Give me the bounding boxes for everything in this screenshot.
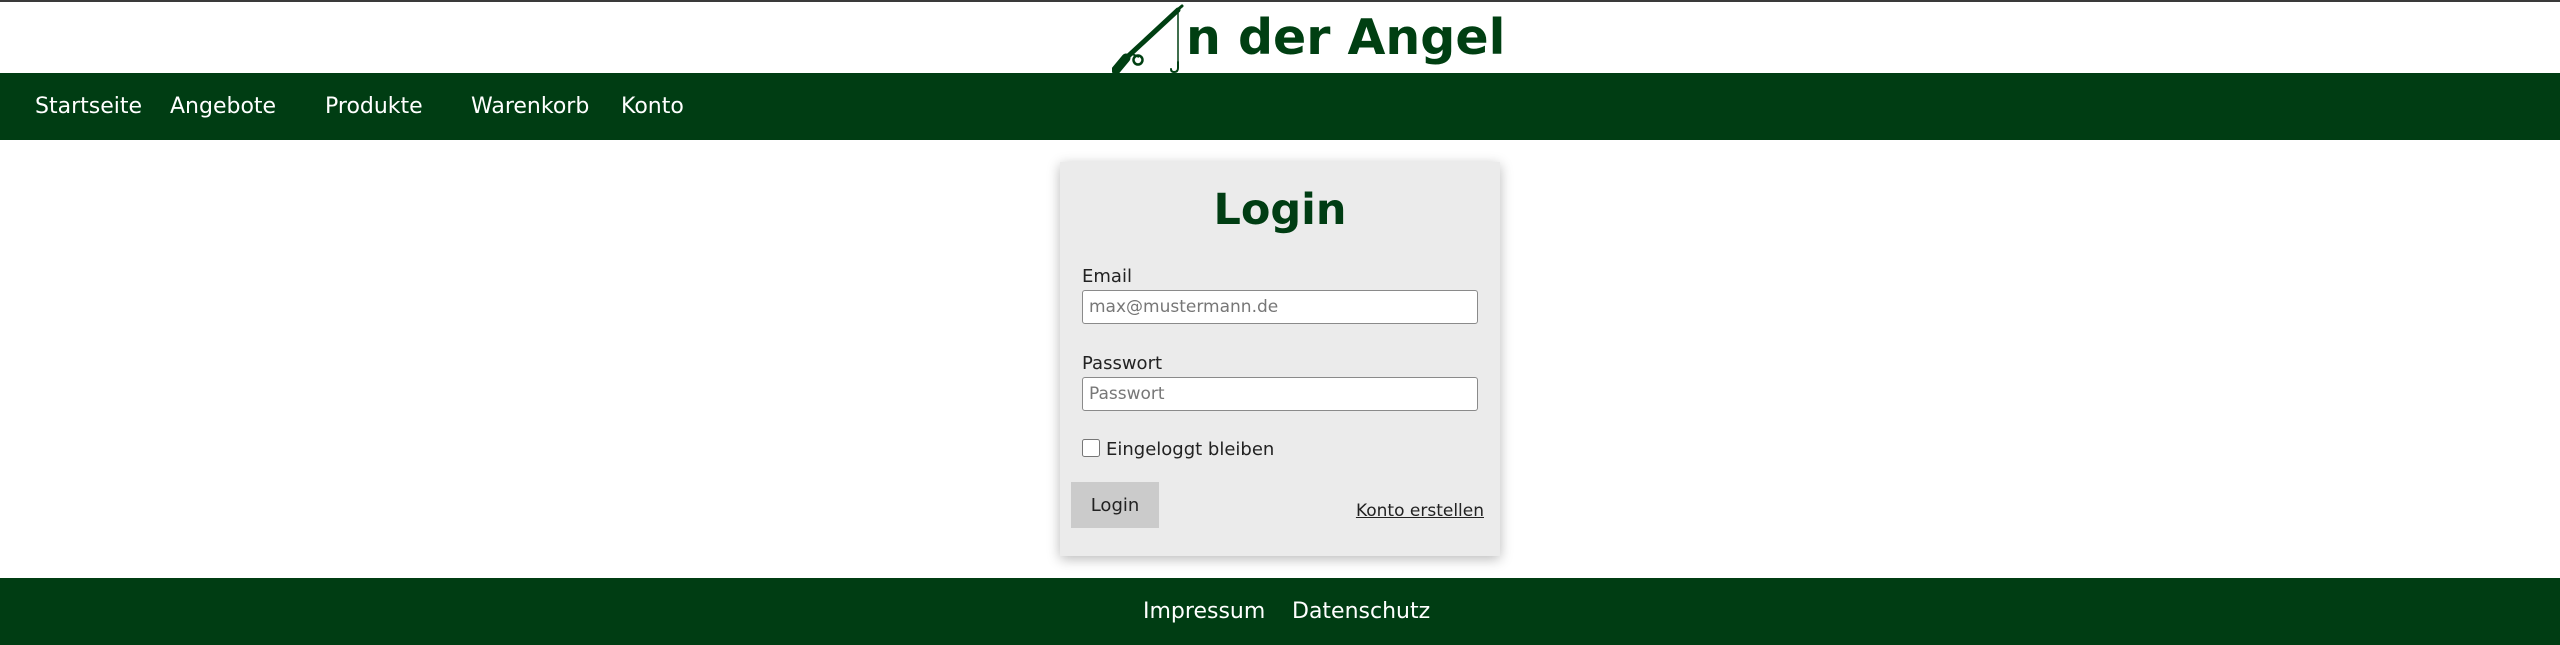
site-footer: Impressum Datenschutz — [0, 578, 2560, 645]
login-title: Login — [1213, 185, 1347, 235]
email-field[interactable] — [1082, 290, 1478, 324]
footer-link-impressum[interactable]: Impressum — [1143, 578, 1265, 645]
remember-me-label[interactable]: Eingeloggt bleiben — [1106, 439, 1274, 461]
site-logo[interactable]: n der Angel — [1112, 4, 1505, 74]
site-header: n der Angel — [0, 2, 2560, 74]
main-navigation: Startseite Angebote Produkte Warenkorb K… — [0, 73, 2560, 140]
login-button[interactable]: Login — [1071, 482, 1159, 528]
create-account-link[interactable]: Konto erstellen — [1356, 500, 1484, 522]
nav-item-angebote[interactable]: Angebote — [170, 73, 276, 140]
footer-link-datenschutz[interactable]: Datenschutz — [1292, 578, 1430, 645]
fishing-rod-icon — [1112, 4, 1184, 74]
nav-item-warenkorb[interactable]: Warenkorb — [471, 73, 589, 140]
remember-me-checkbox[interactable] — [1082, 439, 1100, 457]
nav-item-startseite[interactable]: Startseite — [35, 73, 142, 140]
password-field[interactable] — [1082, 377, 1478, 411]
login-card: Login Email Passwort Eingeloggt bleiben … — [1060, 162, 1500, 556]
logo-text: n der Angel — [1186, 9, 1506, 66]
email-label: Email — [1082, 266, 1132, 287]
nav-item-konto[interactable]: Konto — [621, 73, 684, 140]
nav-item-produkte[interactable]: Produkte — [325, 73, 423, 140]
password-label: Passwort — [1082, 353, 1163, 374]
